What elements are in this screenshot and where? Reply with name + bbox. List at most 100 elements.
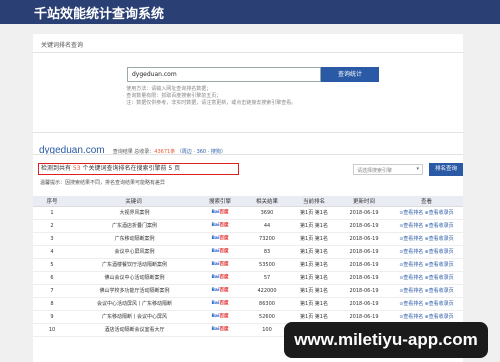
note-line: 查询数量有限：抓取百度搜索引擎前五页； (123, 93, 296, 100)
table-row: 3 广东移动隔断案例 Bai百度 73200 第1页 第1名 2018-06-19 ⊙查看排… (33, 232, 463, 246)
column-header: 搜索引擎 (196, 196, 244, 207)
row-rank: 第1页 第1名 (290, 232, 338, 246)
domain-input[interactable]: dygeduan.com (127, 67, 321, 82)
row-results: 422000 (244, 284, 290, 298)
view-indexed-link[interactable]: ⊕查看收录页 (425, 236, 454, 242)
baidu-logo-icon: Bai百度 (211, 274, 229, 280)
view-indexed-link[interactable]: ⊕查看收录页 (425, 210, 454, 216)
usage-notes: 使用方法：请输入网址查询排名数据； 查询数量有限：抓取百度搜索引擎前五页； 注：… (123, 86, 296, 107)
row-keyword[interactable]: 佛山学校多功能厅活动隔断案例 (71, 284, 196, 298)
row-results: 83 (244, 245, 290, 259)
row-rank: 第1页 第1名 (290, 219, 338, 233)
row-keyword[interactable]: 广东酒店折叠门案例 (71, 219, 196, 233)
column-header: 关键词 (71, 196, 196, 207)
row-engine: Bai百度 (196, 271, 244, 285)
tip-text: 温馨提示：因搜索结果不同，排名查询结果可能略有差异 (40, 180, 166, 186)
table-row: 5 广东酒楼餐饮厅活动隔断案例 Bai百度 53500 第1页 第1名 2018-06-1… (33, 258, 463, 272)
view-ranking-link[interactable]: ⊙查看排名 (399, 301, 423, 307)
row-rank: 第1页 第1名 (290, 284, 338, 298)
row-actions: ⊙查看排名 ⊕查看收录页 (390, 284, 463, 298)
column-header: 当前排名 (290, 196, 338, 207)
row-results: 86300 (244, 297, 290, 311)
row-index: 7 (33, 284, 71, 298)
view-ranking-link[interactable]: ⊙查看排名 (399, 262, 423, 268)
row-keyword[interactable]: 酒店活动隔断会议室看大厅 (71, 323, 196, 337)
row-index: 8 (33, 297, 71, 311)
row-engine: Bai百度 (196, 232, 244, 246)
query-button[interactable]: 查询统计 (321, 67, 379, 82)
row-keyword[interactable]: 广东移动隔断丨会议中心屏风 (71, 310, 196, 324)
view-ranking-link[interactable]: ⊙查看排名 (399, 314, 423, 320)
row-index: 3 (33, 232, 71, 246)
row-actions: ⊙查看排名 ⊕查看收录页 (390, 219, 463, 233)
row-index: 6 (33, 271, 71, 285)
alert-pre: 检测到共有 (41, 165, 73, 172)
row-engine: Bai百度 (196, 206, 244, 220)
main-panel: 关键词排名查询 dygeduan.com 查询统计 使用方法：请输入网址查询排名… (33, 34, 463, 362)
baidu-logo-icon: Bai百度 (211, 235, 229, 241)
row-keyword[interactable]: 大视界风案例 (71, 206, 196, 220)
row-results: 57 (244, 271, 290, 285)
view-indexed-link[interactable]: ⊕查看收录页 (425, 223, 454, 229)
view-ranking-link[interactable]: ⊙查看排名 (399, 288, 423, 294)
view-ranking-link[interactable]: ⊙查看排名 (399, 223, 423, 229)
view-indexed-link[interactable]: ⊕查看收录页 (425, 262, 454, 268)
column-header: 更新时间 (338, 196, 390, 207)
row-date: 2018-06-19 (338, 271, 390, 285)
row-engine: Bai百度 (196, 219, 244, 233)
divider (33, 132, 463, 133)
breadcrumb: 关键词排名查询 (41, 42, 84, 49)
table-row: 7 佛山学校多功能厅活动隔断案例 Bai百度 422000 第1页 第1名 2018-06… (33, 284, 463, 298)
view-ranking-link[interactable]: ⊙查看排名 (399, 275, 423, 281)
row-keyword[interactable]: 广东移动隔断案例 (71, 232, 196, 246)
row-date: 2018-06-19 (338, 245, 390, 259)
column-header: 相关结果 (244, 196, 290, 207)
table-row: 1 大视界风案例 Bai百度 3690 第1页 第1名 2018-06-19 ⊙查看排名 ⊕… (33, 206, 463, 220)
table-header-row: 序号 关键词 搜索引擎 相关结果 当前排名 更新时间 查看 (33, 196, 463, 207)
row-engine: Bai百度 (196, 310, 244, 324)
row-index: 1 (33, 206, 71, 220)
view-indexed-link[interactable]: ⊕查看收录页 (425, 301, 454, 307)
view-ranking-link[interactable]: ⊙查看排名 (399, 210, 423, 216)
row-actions: ⊙查看排名 ⊕查看收录页 (390, 271, 463, 285)
row-keyword[interactable]: 会议中心屏风案例 (71, 245, 196, 259)
alert-count: 53 (72, 165, 81, 172)
view-ranking-link[interactable]: ⊙查看排名 (399, 236, 423, 242)
row-date: 2018-06-19 (338, 258, 390, 272)
view-ranking-link[interactable]: ⊙查看排名 (399, 249, 423, 255)
table-row: 6 佛山会议中心活动隔断案例 Bai百度 57 第1页 第1名 2018-06-19 ⊙查看… (33, 271, 463, 285)
row-rank: 第1页 第1名 (290, 206, 338, 220)
row-date: 2018-06-19 (338, 297, 390, 311)
row-index: 9 (33, 310, 71, 324)
baidu-logo-icon: Bai百度 (211, 261, 229, 267)
row-index: 5 (33, 258, 71, 272)
table-row: 4 会议中心屏风案例 Bai百度 83 第1页 第1名 2018-06-19 ⊙查看排名 ⊕… (33, 245, 463, 259)
row-index: 2 (33, 219, 71, 233)
baidu-logo-icon: Bai百度 (211, 209, 229, 215)
row-keyword[interactable]: 会议中心活动屏风丨广东移动隔断 (71, 297, 196, 311)
row-keyword[interactable]: 广东酒楼餐饮厅活动隔断案例 (71, 258, 196, 272)
row-keyword[interactable]: 佛山会议中心活动隔断案例 (71, 271, 196, 285)
row-actions: ⊙查看排名 ⊕查看收录页 (390, 297, 463, 311)
baidu-logo-icon: Bai百度 (211, 287, 229, 293)
note-line: 注：数据仅供参考，非实时数据，请注意更新，或点击链接去搜索引擎查看。 (123, 100, 296, 107)
view-indexed-link[interactable]: ⊕查看收录页 (425, 249, 454, 255)
chevron-down-icon: ▾ (416, 166, 419, 172)
baidu-logo-icon: Bai百度 (211, 326, 229, 332)
rank-query-button[interactable]: 排名查询 (429, 163, 463, 176)
column-header: 查看 (390, 196, 463, 207)
divider (33, 154, 463, 155)
view-indexed-link[interactable]: ⊕查看收录页 (425, 314, 454, 320)
view-indexed-link[interactable]: ⊕查看收录页 (425, 288, 454, 294)
row-engine: Bai百度 (196, 245, 244, 259)
row-results: 53500 (244, 258, 290, 272)
row-rank: 第1页 第1名 (290, 245, 338, 259)
row-engine: Bai百度 (196, 284, 244, 298)
engine-select[interactable]: 请选择搜索引擎 ▾ (353, 164, 423, 175)
column-header: 序号 (33, 196, 71, 207)
view-indexed-link[interactable]: ⊕查看收录页 (425, 275, 454, 281)
ranking-alert: 检测到共有 53 个关键词查询排名在搜索引擎前 5 页 (38, 163, 239, 175)
app-header: 千站效能统计查询系统 (0, 0, 500, 24)
row-actions: ⊙查看排名 ⊕查看收录页 (390, 206, 463, 220)
baidu-logo-icon: Bai百度 (211, 313, 229, 319)
